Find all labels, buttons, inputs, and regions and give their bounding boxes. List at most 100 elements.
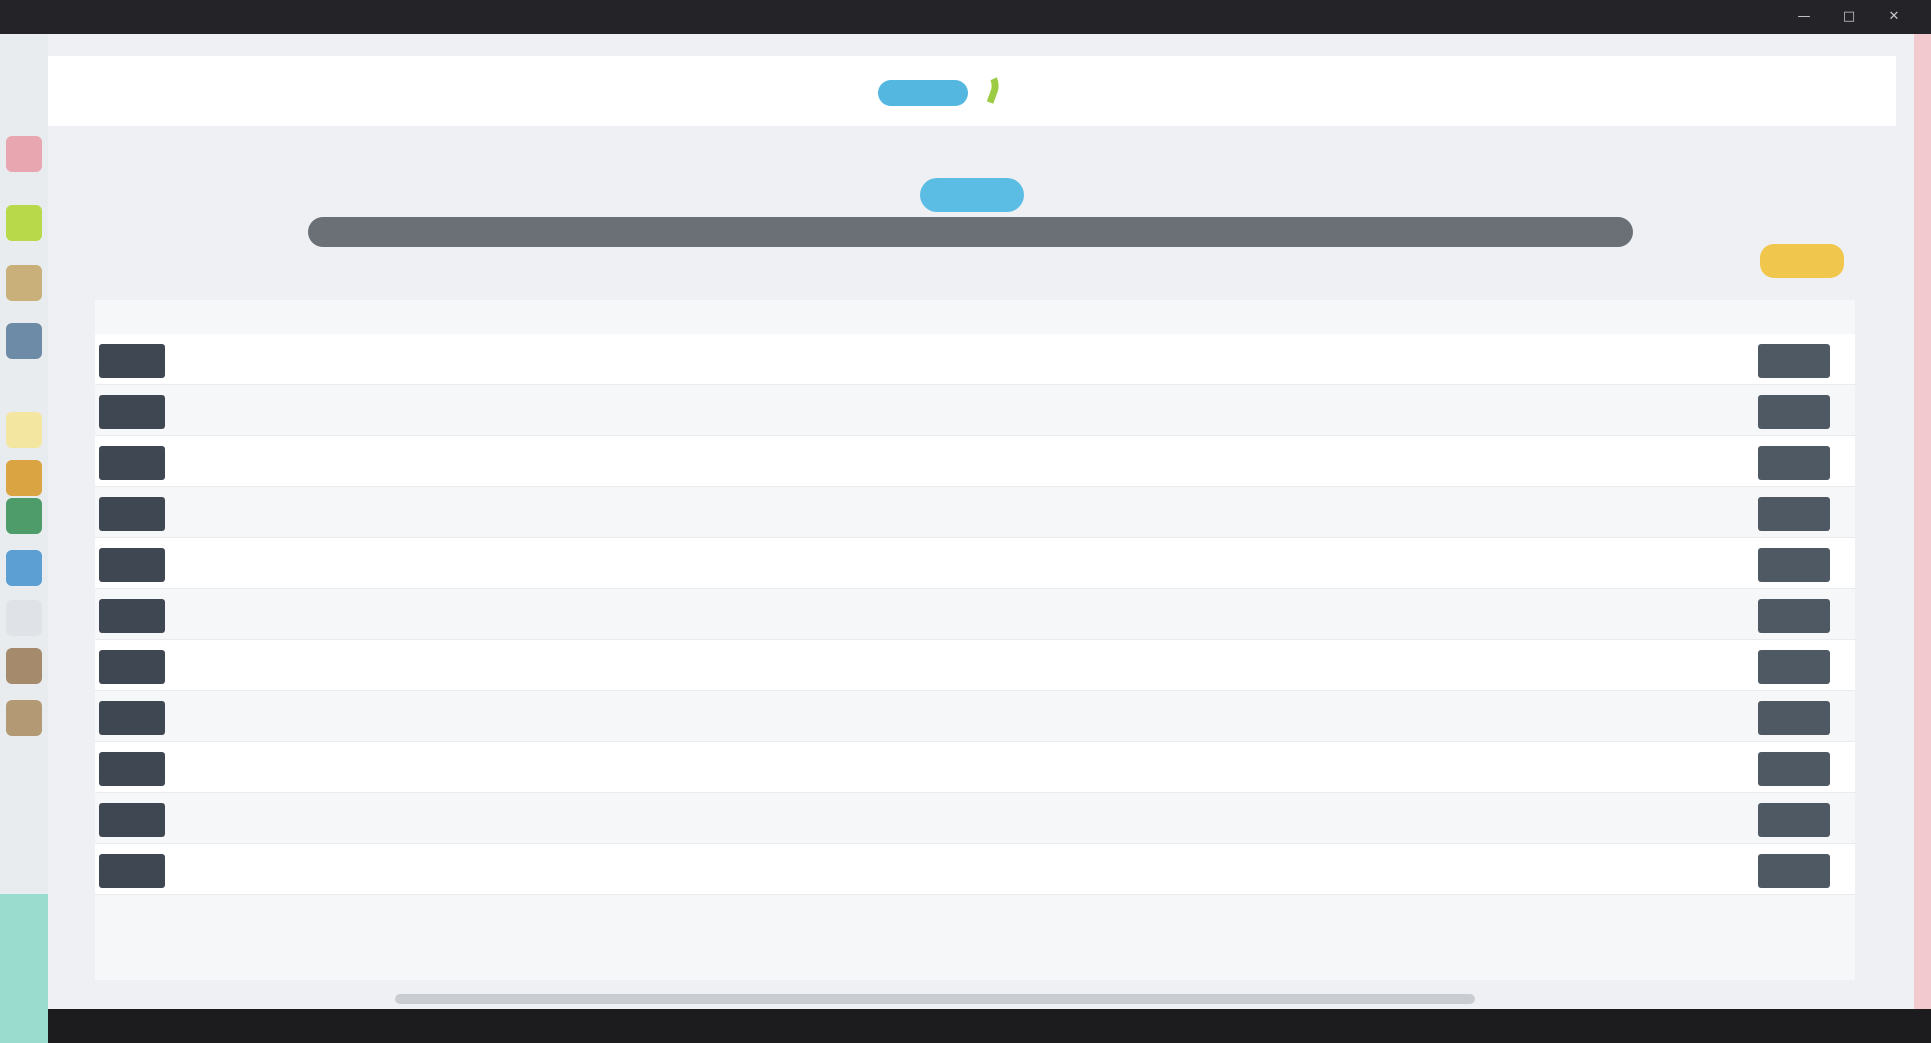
table-row[interactable] (95, 640, 1855, 691)
row-edit-button[interactable] (1758, 599, 1830, 633)
row-edit-button[interactable] (1758, 752, 1830, 786)
row-note (1310, 501, 1430, 523)
row-action-button[interactable] (99, 497, 165, 531)
dock-footer (0, 894, 48, 1043)
table-row[interactable] (95, 589, 1855, 640)
row-action-button[interactable] (99, 803, 165, 837)
table-cell (575, 334, 645, 385)
table-cell (235, 385, 305, 436)
row-note (1310, 705, 1430, 727)
row-edit-button[interactable] (1758, 803, 1830, 837)
header-left-text[interactable] (68, 78, 368, 104)
table-cell (495, 742, 565, 793)
row-note (1310, 654, 1430, 676)
table-cell (235, 691, 305, 742)
row-action-button[interactable] (99, 752, 165, 786)
app-icon-9[interactable] (6, 600, 42, 636)
table-cell (415, 436, 485, 487)
table-cell (235, 640, 305, 691)
row-action-button[interactable] (99, 344, 165, 378)
table-row[interactable] (95, 538, 1855, 589)
table-cell (495, 487, 565, 538)
row-note (1310, 756, 1430, 778)
table-cell (415, 589, 485, 640)
table-row[interactable] (95, 742, 1855, 793)
app-icon-1[interactable] (6, 136, 42, 172)
row-edit-button[interactable] (1758, 650, 1830, 684)
table-cell (575, 793, 645, 844)
maximize-button[interactable]: □ (1840, 8, 1858, 26)
row-action-button[interactable] (99, 548, 165, 582)
row-edit-button[interactable] (1758, 854, 1830, 888)
table-cell (235, 742, 305, 793)
minimize-button[interactable]: — (1795, 8, 1813, 26)
table-row[interactable] (95, 793, 1855, 844)
row-action-button[interactable] (99, 395, 165, 429)
table-cell (335, 538, 405, 589)
window-titlebar: — □ ✕ (0, 0, 1931, 34)
app-icon-6[interactable] (6, 460, 42, 496)
row-edit-button[interactable] (1758, 701, 1830, 735)
row-edit-button[interactable] (1758, 548, 1830, 582)
table-cell (235, 589, 305, 640)
table-cell (575, 487, 645, 538)
row-edit-button[interactable] (1758, 446, 1830, 480)
table-cell (495, 844, 565, 895)
table-cell (235, 487, 305, 538)
table-cell (335, 742, 405, 793)
row-action-button[interactable] (99, 599, 165, 633)
table-cell (415, 742, 485, 793)
row-note (1310, 450, 1430, 472)
app-icon-11[interactable] (6, 700, 42, 736)
table-cell (235, 538, 305, 589)
table-row[interactable] (95, 844, 1855, 895)
logo-wordmark (878, 80, 968, 106)
row-action-button[interactable] (99, 446, 165, 480)
header-right-text[interactable] (1576, 78, 1876, 104)
main-nav-bar[interactable] (308, 217, 1633, 247)
app-icon-2[interactable] (6, 205, 42, 241)
horizontal-scrollbar[interactable] (395, 994, 1475, 1004)
dock (0, 34, 48, 1043)
brand-logo-icon[interactable] (878, 60, 1028, 116)
table-cell (335, 691, 405, 742)
row-note (1310, 858, 1430, 880)
app-icon-4[interactable] (6, 323, 42, 359)
action-button[interactable] (1760, 244, 1844, 278)
table-row[interactable] (95, 691, 1855, 742)
table-row[interactable] (95, 487, 1855, 538)
table-cell (335, 334, 405, 385)
table-cell (235, 844, 305, 895)
row-edit-button[interactable] (1758, 344, 1830, 378)
table-cell (235, 436, 305, 487)
table-cell (575, 640, 645, 691)
row-action-button[interactable] (99, 854, 165, 888)
table-cell (575, 385, 645, 436)
close-button[interactable]: ✕ (1885, 8, 1903, 26)
table-cell (415, 640, 485, 691)
table-cell (495, 538, 565, 589)
page-subtitle (855, 143, 1085, 163)
primary-pill-button[interactable] (920, 178, 1024, 212)
app-icon-8[interactable] (6, 550, 42, 586)
table-cell (495, 793, 565, 844)
table-cell (415, 385, 485, 436)
table-row[interactable] (95, 334, 1855, 385)
row-action-button[interactable] (99, 701, 165, 735)
row-action-button[interactable] (99, 650, 165, 684)
app-icon-3[interactable] (6, 265, 42, 301)
app-icon-10[interactable] (6, 648, 42, 684)
table-cell (335, 640, 405, 691)
table-cell (335, 385, 405, 436)
data-table (95, 300, 1855, 980)
view-tabs (90, 262, 130, 288)
row-edit-button[interactable] (1758, 497, 1830, 531)
row-edit-button[interactable] (1758, 395, 1830, 429)
table-row[interactable] (95, 436, 1855, 487)
table-cell (335, 436, 405, 487)
app-icon-5[interactable] (6, 412, 42, 448)
app-icon-7[interactable] (6, 498, 42, 534)
table-row[interactable] (95, 385, 1855, 436)
table-cell (335, 589, 405, 640)
app-header (48, 56, 1896, 126)
